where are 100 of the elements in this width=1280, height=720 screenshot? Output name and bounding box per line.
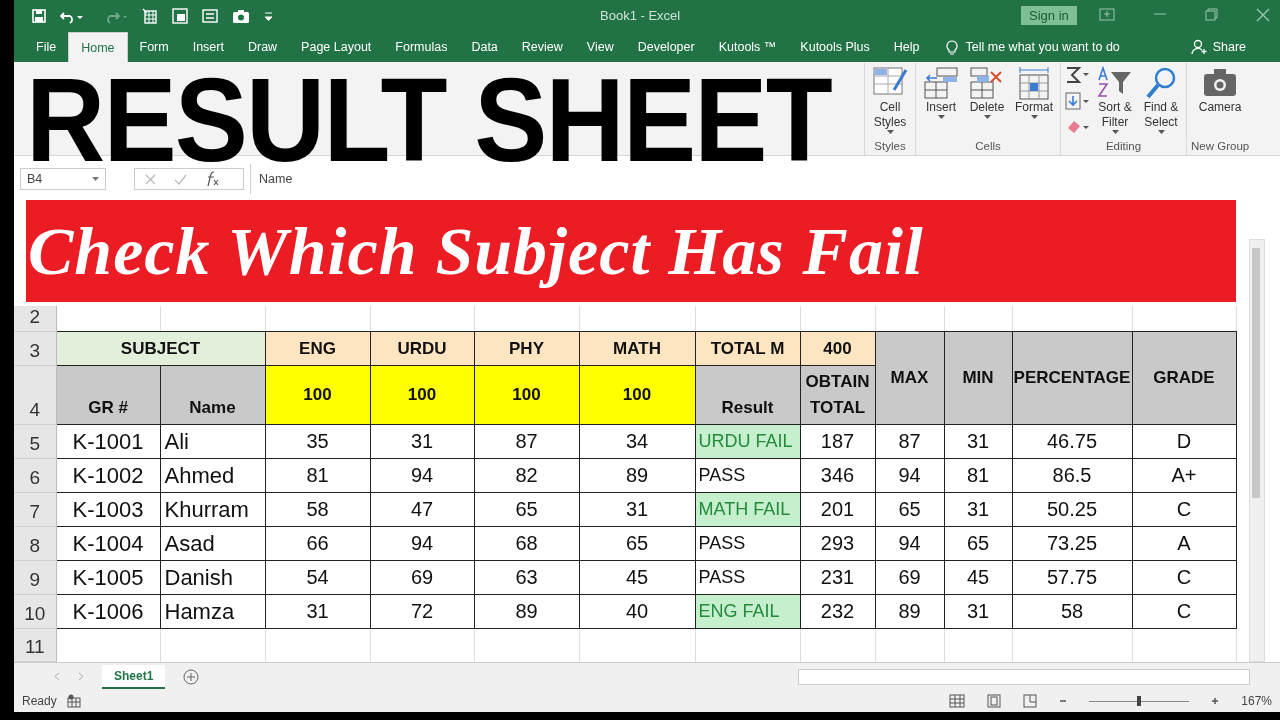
menu-tab[interactable]: Help — [881, 32, 932, 62]
column-header: TOTAL M — [695, 331, 800, 366]
table-cell: 31 — [944, 424, 1012, 459]
table-cell: 68 — [474, 526, 579, 561]
share-button[interactable]: Share — [1184, 32, 1252, 62]
table-cell: Ahmed — [160, 458, 265, 493]
row-number[interactable]: 5 — [14, 424, 56, 459]
group-caption: Styles — [874, 140, 906, 154]
table-cell: 65 — [875, 492, 944, 527]
menu-tab[interactable]: Draw — [235, 32, 290, 62]
table-cell: PASS — [695, 560, 800, 595]
ribbon-display-icon[interactable] — [1099, 8, 1115, 21]
group-caption: Cells — [975, 140, 1001, 154]
restore-icon[interactable] — [1205, 8, 1218, 21]
overlay-heading: RESULT SHEET — [26, 75, 831, 165]
sign-in-button[interactable]: Sign in — [1021, 6, 1077, 25]
row-number[interactable]: 7 — [14, 492, 56, 527]
cell-styles-button[interactable]: Cell Styles — [869, 62, 911, 140]
column-header: SUBJECT — [56, 331, 265, 366]
menu-tab[interactable]: File — [24, 32, 69, 62]
tell-me-field[interactable]: Tell me what you want to do — [965, 40, 1120, 54]
table-cell: Hamza — [160, 594, 265, 629]
window-icon[interactable] — [172, 8, 188, 24]
page-layout-icon[interactable] — [987, 694, 1002, 708]
autosum-icon[interactable] — [1065, 66, 1090, 84]
slider-thumb[interactable] — [1137, 696, 1142, 706]
row-number[interactable]: 8 — [14, 526, 56, 561]
table-cell: 31 — [265, 594, 370, 629]
previous-sheet-icon[interactable] — [54, 672, 60, 681]
table-cell: A+ — [1132, 458, 1236, 493]
next-sheet-icon[interactable] — [78, 672, 84, 681]
column-header: URDU — [370, 331, 474, 366]
table-cell: 40 — [579, 594, 695, 629]
menu-tab[interactable]: Developer — [625, 32, 707, 62]
column-header: GR # — [56, 365, 160, 425]
table-cell: 81 — [944, 458, 1012, 493]
form-icon[interactable] — [202, 8, 218, 24]
table-cell: 346 — [800, 458, 875, 493]
cancel-icon[interactable] — [145, 173, 156, 185]
row-number[interactable]: 2 — [14, 305, 56, 332]
page-break-icon[interactable] — [1023, 694, 1038, 708]
menu-tab[interactable]: Formulas — [383, 32, 460, 62]
table-cell: 54 — [265, 560, 370, 595]
table-cell: ENG FAIL — [695, 594, 800, 629]
table-cell: 58 — [1012, 594, 1132, 629]
row-number[interactable]: 11 — [14, 628, 56, 662]
zoom-slider[interactable] — [1089, 696, 1190, 706]
sort-filter-button[interactable]: Sort & Filter — [1094, 62, 1136, 140]
menu-tab[interactable]: Data — [459, 32, 510, 62]
dropdown-icon[interactable] — [92, 177, 99, 181]
table-cell: 100 — [474, 365, 579, 425]
check-icon[interactable] — [174, 173, 187, 185]
add-sheet-icon[interactable] — [183, 668, 200, 685]
function-icon[interactable] — [205, 171, 219, 187]
menu-tab[interactable]: Home — [68, 32, 128, 62]
sort-filter-icon — [1097, 66, 1133, 100]
close-icon[interactable] — [1256, 8, 1270, 22]
table-cell: PASS — [695, 526, 800, 561]
table-cell: 89 — [474, 594, 579, 629]
table-cell: Khurram — [160, 492, 265, 527]
macro-record-icon[interactable] — [66, 694, 81, 708]
menu-tab[interactable]: Kutools Plus — [788, 32, 882, 62]
horizontal-scrollbar[interactable] — [798, 668, 1250, 685]
name-box[interactable]: B4 — [20, 168, 106, 190]
format-button[interactable]: Format — [1012, 62, 1056, 140]
table-cell: 232 — [800, 594, 875, 629]
menu-tab[interactable]: View — [574, 32, 626, 62]
zoom-level[interactable]: 167% — [1241, 694, 1272, 708]
camera-button[interactable]: Camera — [1195, 62, 1245, 140]
table-icon[interactable] — [142, 8, 158, 24]
camera-icon[interactable] — [232, 8, 250, 24]
find-select-button[interactable]: Find & Select — [1140, 62, 1182, 140]
row-number[interactable]: 6 — [14, 458, 56, 493]
eraser-icon[interactable] — [1065, 118, 1090, 134]
row-number[interactable]: 10 — [14, 594, 56, 629]
menu-tab[interactable]: Form — [127, 32, 181, 62]
group-caption: Editing — [1105, 140, 1142, 154]
table-cell: 187 — [800, 424, 875, 459]
fill-down-icon[interactable] — [1065, 92, 1090, 110]
table-cell: D — [1132, 424, 1236, 459]
table-cell: 201 — [800, 492, 875, 527]
row-number[interactable]: 4 — [14, 365, 56, 425]
delete-cells-button[interactable]: Delete — [966, 62, 1008, 140]
row-number[interactable]: 9 — [14, 560, 56, 595]
zoom-out-icon[interactable] — [1059, 697, 1068, 705]
vertical-scrollbar[interactable] — [1248, 239, 1265, 662]
menu-tab[interactable]: Page Layout — [289, 32, 384, 62]
save-icon[interactable] — [32, 9, 46, 23]
delete-cells-icon — [969, 66, 1005, 100]
dropdown-icon — [983, 115, 991, 119]
sheet-tab[interactable]: Sheet1 — [102, 664, 166, 689]
normal-view-icon[interactable] — [949, 694, 966, 708]
menu-tab[interactable]: Insert — [180, 32, 236, 62]
menu-tab[interactable]: Kutools ™ — [706, 32, 789, 62]
customize-icon[interactable] — [264, 11, 273, 21]
menu-tab[interactable]: Review — [509, 32, 575, 62]
insert-cells-button[interactable]: Insert — [920, 62, 962, 140]
row-number[interactable]: 3 — [14, 331, 56, 366]
zoom-in-icon[interactable] — [1211, 697, 1220, 705]
lightbulb-icon[interactable] — [945, 39, 958, 55]
